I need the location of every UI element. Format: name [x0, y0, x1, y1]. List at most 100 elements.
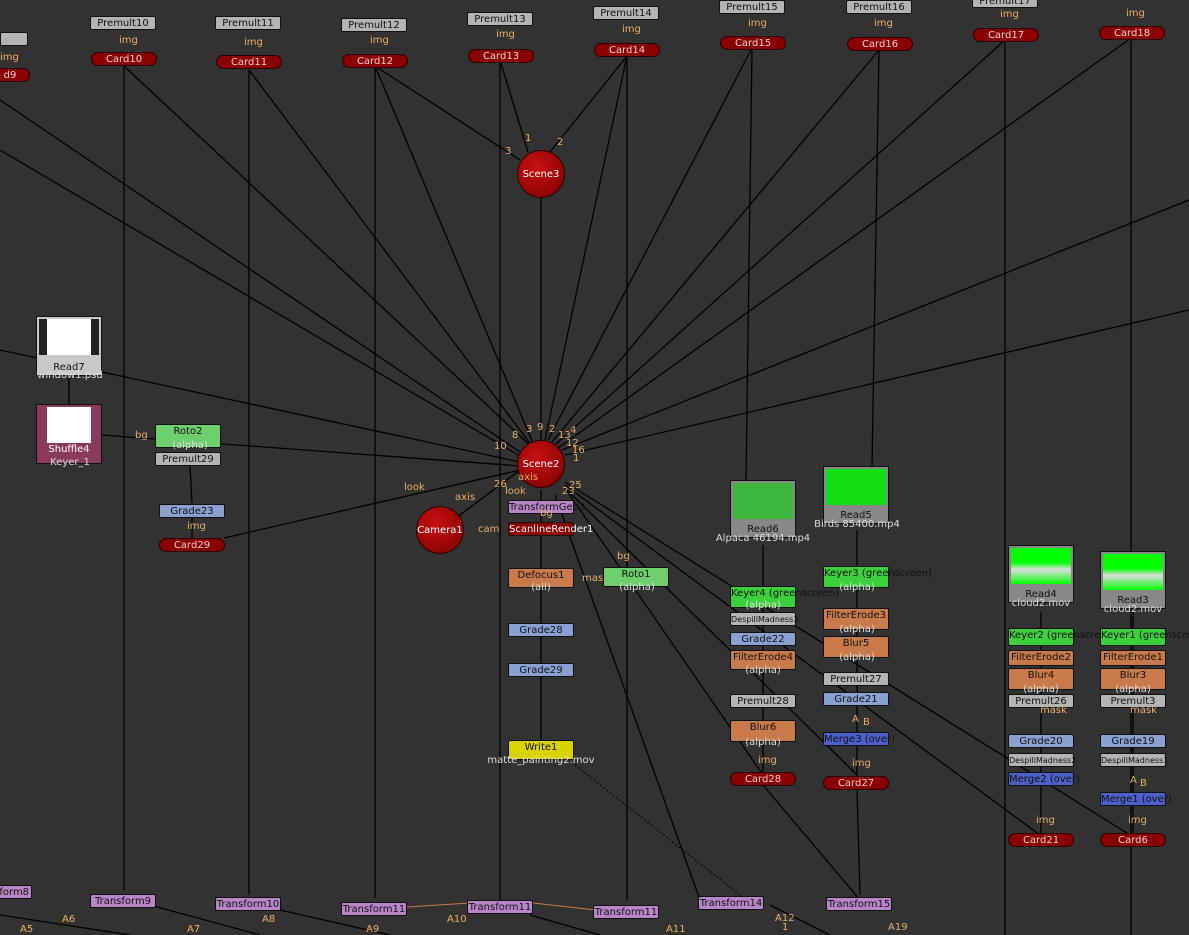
img-label: img	[370, 35, 389, 46]
grade23-node[interactable]: Grade23	[159, 504, 225, 518]
shuffle4-node[interactable]: Shuffle4	[36, 404, 102, 464]
card17-node[interactable]: Card17	[973, 28, 1039, 42]
premult10-node[interactable]: Premult10	[90, 16, 156, 30]
transform15-node[interactable]: Transform15	[826, 897, 892, 911]
merge2-node[interactable]: Merge2 (over)	[1008, 772, 1080, 786]
node-label: Premult12	[348, 20, 400, 31]
card12-node[interactable]: Card12	[342, 54, 408, 68]
card18-node[interactable]: Card18	[1099, 26, 1165, 40]
merge3-node[interactable]: Merge3 (over)	[823, 732, 895, 746]
node-label: Premult14	[600, 8, 652, 19]
bg-label: bg	[540, 508, 553, 519]
node-label: Premult29	[162, 454, 214, 465]
node-label: Premult17	[979, 0, 1031, 7]
card6-node[interactable]: Card6	[1100, 833, 1166, 847]
card21-node[interactable]: Card21	[1008, 833, 1074, 847]
node-label: DespillMadness1	[1101, 756, 1169, 765]
node-sublabel: (alpha)	[745, 737, 781, 748]
transform11-node[interactable]: Transform11	[593, 905, 659, 919]
scene3-node[interactable]: Scene3	[517, 150, 565, 198]
transform9-node[interactable]: Transform9	[90, 894, 156, 908]
card11-node[interactable]: Card11	[216, 55, 282, 69]
camera1-node[interactable]: Camera1	[416, 506, 464, 554]
node-label: Grade28	[519, 625, 563, 636]
merge1-node[interactable]: Merge1 (over)	[1100, 792, 1172, 806]
keyer2-node[interactable]: Keyer2 (greenscreen)	[1008, 628, 1117, 646]
axis-label: axis	[518, 472, 539, 483]
node-label: Merge1 (over)	[1101, 794, 1172, 805]
card13-node[interactable]: Card13	[468, 49, 534, 63]
premult9-node[interactable]	[0, 32, 28, 46]
card14-node[interactable]: Card14	[594, 43, 660, 57]
node-label: FilterErode2	[1011, 652, 1071, 663]
node-label: Grade23	[170, 506, 214, 517]
axis-label: axis	[455, 492, 476, 503]
grade20-node[interactable]: Grade20	[1008, 734, 1074, 748]
input-label: 1	[525, 133, 532, 144]
transform10-node[interactable]: Transform10	[215, 897, 281, 911]
grade19-node[interactable]: Grade19	[1100, 734, 1166, 748]
node-graph[interactable]: Premult10 Premult11 Premult12 Premult13 …	[0, 0, 1189, 935]
node-label: Premult28	[737, 696, 789, 707]
grade21-node[interactable]: Grade21	[823, 692, 889, 706]
card15-node[interactable]: Card15	[720, 36, 786, 50]
despillmadness2-node[interactable]: DespillMadness2	[1008, 753, 1077, 767]
output-label: A10	[447, 914, 467, 925]
thumbnail-image	[39, 319, 99, 355]
premult27-node[interactable]: Premult27	[823, 672, 889, 686]
despillmadness1-node[interactable]: DespillMadness1	[1100, 753, 1169, 767]
bg-label: bg	[135, 430, 148, 441]
node-label: DespillMadness2	[1009, 756, 1077, 765]
node-label: Shuffle4	[48, 444, 90, 455]
keyer1-node[interactable]: Keyer1 (greenscreen)	[1100, 628, 1189, 646]
output-label: 1	[782, 922, 789, 933]
read5-node[interactable]: Read5	[823, 466, 889, 524]
premult11-node[interactable]: Premult11	[215, 16, 281, 30]
card16-node[interactable]: Card16	[847, 37, 913, 51]
grade22-node[interactable]: Grade22	[730, 632, 796, 646]
node-label: Grade19	[1111, 736, 1155, 747]
card9-node[interactable]: d9	[0, 68, 30, 82]
transform14-node[interactable]: Transform14	[698, 896, 764, 910]
img-label: img	[187, 521, 206, 532]
node-label: Roto2	[173, 426, 203, 437]
premult14-node[interactable]: Premult14	[593, 6, 659, 20]
despillmadness3-node[interactable]: DespillMadness3	[730, 612, 798, 626]
transform11-node[interactable]: Transform11	[341, 902, 407, 916]
filtererode2-node[interactable]: FilterErode2	[1008, 650, 1074, 666]
grade29-node[interactable]: Grade29	[508, 663, 574, 677]
grade28-node[interactable]: Grade28	[508, 623, 574, 637]
card27-node[interactable]: Card27	[823, 776, 889, 790]
node-label: Grade21	[834, 694, 878, 705]
premult15-node[interactable]: Premult15	[719, 0, 785, 14]
scanlinerender1-node[interactable]: ScanlineRender1	[508, 522, 593, 536]
input-label: 10	[494, 441, 507, 452]
premult29-node[interactable]: Premult29	[155, 452, 221, 466]
node-label: Blur4	[1027, 670, 1055, 681]
input-label: 2	[549, 424, 556, 435]
node-label: Grade29	[519, 665, 563, 676]
mask-label: mask	[1130, 705, 1157, 716]
premult13-node[interactable]: Premult13	[467, 12, 533, 26]
transform11-node[interactable]: Transform11	[467, 900, 533, 914]
premult17-node[interactable]: Premult17	[972, 0, 1038, 8]
thumbnail-image	[39, 407, 99, 443]
read-filename: Alpaca 46194.mp4	[715, 533, 811, 544]
premult12-node[interactable]: Premult12	[341, 18, 407, 32]
node-sublabel: (alpha)	[839, 624, 875, 635]
node-label: Premult13	[474, 14, 526, 25]
img-label: img	[0, 52, 19, 63]
transform8-node[interactable]: Transform8	[0, 885, 32, 899]
read-filename: Birds 85400.mp4	[814, 519, 900, 530]
premult16-node[interactable]: Premult16	[846, 0, 912, 14]
cam-label: cam	[478, 524, 500, 535]
read3-node[interactable]: Read3	[1100, 551, 1166, 609]
read4-node[interactable]: Read4	[1008, 545, 1074, 603]
read6-node[interactable]: Read6	[730, 480, 796, 538]
read7-node[interactable]: Read7	[36, 316, 102, 376]
card29-node[interactable]: Card29	[159, 538, 225, 552]
card10-node[interactable]: Card10	[91, 52, 157, 66]
card28-node[interactable]: Card28	[730, 772, 796, 786]
premult28-node[interactable]: Premult28	[730, 694, 796, 708]
filtererode1-node[interactable]: FilterErode1	[1100, 650, 1166, 666]
